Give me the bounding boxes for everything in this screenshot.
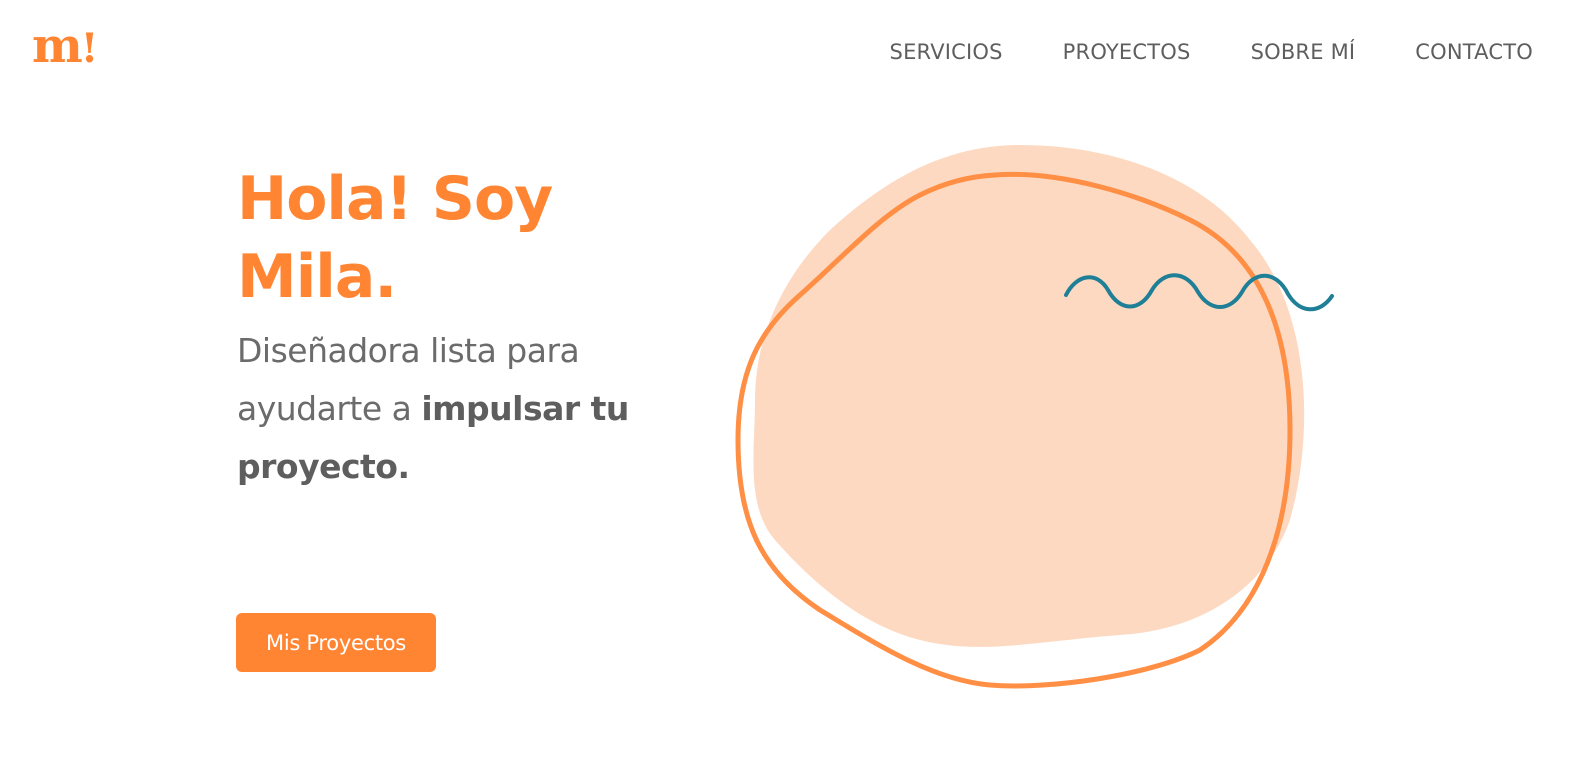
main-nav: SERVICIOS PROYECTOS SOBRE MÍ CONTACTO xyxy=(890,40,1533,64)
nav-link-servicios[interactable]: SERVICIOS xyxy=(890,40,1003,64)
logo-mark: ! xyxy=(80,25,99,72)
logo-letter: m xyxy=(32,18,83,74)
blob-shape xyxy=(753,145,1305,647)
nav-link-sobre-mi[interactable]: SOBRE MÍ xyxy=(1251,40,1356,64)
hero-title: Hola! Soy Mila. xyxy=(237,164,553,312)
page: m! SERVICIOS PROYECTOS SOBRE MÍ CONTACTO… xyxy=(0,0,1571,778)
hero-illustration xyxy=(735,145,1334,689)
mis-proyectos-button[interactable]: Mis Proyectos xyxy=(236,613,436,672)
nav-link-proyectos[interactable]: PROYECTOS xyxy=(1063,40,1191,64)
nav-link-contacto[interactable]: CONTACTO xyxy=(1415,40,1533,64)
hero-subtitle: Diseñadora lista para ayudarte a impulsa… xyxy=(237,322,677,496)
logo[interactable]: m! xyxy=(32,22,99,72)
